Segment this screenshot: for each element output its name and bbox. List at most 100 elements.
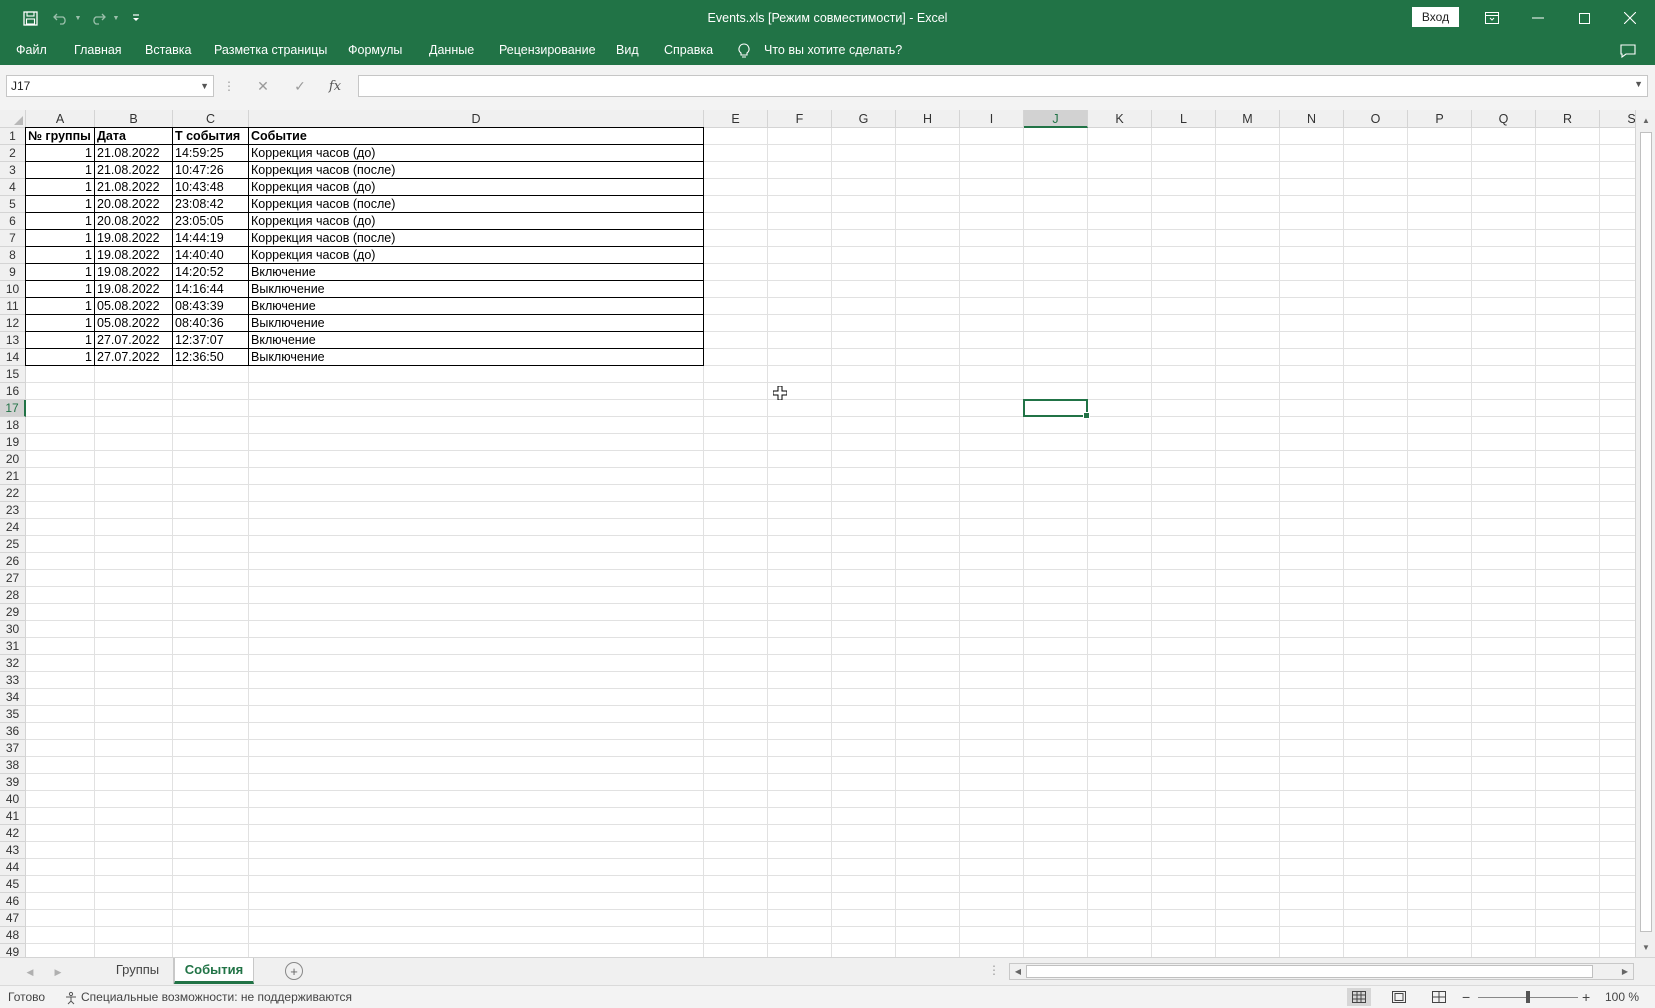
sign-in-button[interactable]: Вход — [1412, 7, 1459, 27]
cell-D1[interactable]: Событие — [249, 127, 704, 145]
row-header-46[interactable]: 46 — [0, 893, 26, 910]
row-header-48[interactable]: 48 — [0, 927, 26, 944]
cell-C6[interactable]: 23:05:05 — [173, 213, 249, 230]
row-header-12[interactable]: 12 — [0, 315, 26, 332]
cell-B4[interactable]: 21.08.2022 — [95, 179, 173, 196]
cell-B9[interactable]: 19.08.2022 — [95, 264, 173, 281]
name-box[interactable]: J17 ▼ — [6, 75, 214, 97]
row-header-6[interactable]: 6 — [0, 213, 26, 230]
row-header-34[interactable]: 34 — [0, 689, 26, 706]
horizontal-scroll-thumb[interactable] — [1026, 965, 1593, 978]
cell-D4[interactable]: Коррекция часов (до) — [249, 179, 704, 196]
cell-A11[interactable]: 1 — [25, 298, 95, 315]
column-header-F[interactable]: F — [768, 110, 832, 128]
comments-icon[interactable] — [1620, 36, 1636, 65]
row-header-5[interactable]: 5 — [0, 196, 26, 213]
cell-A10[interactable]: 1 — [25, 281, 95, 298]
redo-dropdown-icon[interactable]: ▼ — [110, 0, 122, 36]
column-header-R[interactable]: R — [1536, 110, 1600, 128]
row-header-3[interactable]: 3 — [0, 162, 26, 179]
cell-D12[interactable]: Выключение — [249, 315, 704, 332]
cell-B13[interactable]: 27.07.2022 — [95, 332, 173, 349]
row-header-26[interactable]: 26 — [0, 553, 26, 570]
column-header-S[interactable]: S — [1600, 110, 1635, 128]
cell-C5[interactable]: 23:08:42 — [173, 196, 249, 213]
tell-me-search[interactable]: Что вы хотите сделать? — [764, 36, 902, 65]
cell-D7[interactable]: Коррекция часов (после) — [249, 230, 704, 247]
tab-help[interactable]: Справка — [664, 36, 713, 65]
row-header-13[interactable]: 13 — [0, 332, 26, 349]
normal-view-icon[interactable] — [1347, 988, 1371, 1006]
cell-A8[interactable]: 1 — [25, 247, 95, 264]
cell-C14[interactable]: 12:36:50 — [173, 349, 249, 366]
cell-A7[interactable]: 1 — [25, 230, 95, 247]
row-header-21[interactable]: 21 — [0, 468, 26, 485]
row-header-45[interactable]: 45 — [0, 876, 26, 893]
zoom-out-icon[interactable]: − — [1462, 986, 1470, 1008]
more-options-icon[interactable]: ⋮ — [216, 75, 242, 97]
row-header-1[interactable]: 1 — [0, 128, 26, 145]
cell-C3[interactable]: 10:47:26 — [173, 162, 249, 179]
row-header-9[interactable]: 9 — [0, 264, 26, 281]
row-header-32[interactable]: 32 — [0, 655, 26, 672]
column-header-K[interactable]: K — [1088, 110, 1152, 128]
cell-C2[interactable]: 14:59:25 — [173, 145, 249, 162]
close-icon[interactable] — [1607, 0, 1653, 36]
cell-B10[interactable]: 19.08.2022 — [95, 281, 173, 298]
row-header-31[interactable]: 31 — [0, 638, 26, 655]
tab-file[interactable]: Файл — [16, 36, 47, 65]
active-cell-J17[interactable] — [1023, 399, 1090, 419]
undo-dropdown-icon[interactable]: ▼ — [72, 0, 84, 36]
cell-B7[interactable]: 19.08.2022 — [95, 230, 173, 247]
tab-data[interactable]: Данные — [429, 36, 474, 65]
cell-D5[interactable]: Коррекция часов (после) — [249, 196, 704, 213]
column-header-Q[interactable]: Q — [1472, 110, 1536, 128]
tab-home[interactable]: Главная — [74, 36, 122, 65]
cell-C10[interactable]: 14:16:44 — [173, 281, 249, 298]
cancel-icon[interactable]: ✕ — [250, 75, 276, 97]
enter-icon[interactable]: ✓ — [287, 75, 313, 97]
sheet-tab-events[interactable]: События — [174, 958, 254, 984]
vertical-scroll-thumb[interactable] — [1640, 132, 1652, 932]
row-header-20[interactable]: 20 — [0, 451, 26, 468]
sheet-tab-groups[interactable]: Группы — [102, 958, 174, 984]
column-header-C[interactable]: C — [173, 110, 249, 128]
row-header-35[interactable]: 35 — [0, 706, 26, 723]
column-header-B[interactable]: B — [95, 110, 173, 128]
cell-D14[interactable]: Выключение — [249, 349, 704, 366]
cell-D6[interactable]: Коррекция часов (до) — [249, 213, 704, 230]
row-header-40[interactable]: 40 — [0, 791, 26, 808]
row-header-28[interactable]: 28 — [0, 587, 26, 604]
column-header-P[interactable]: P — [1408, 110, 1472, 128]
row-header-15[interactable]: 15 — [0, 366, 26, 383]
tab-view[interactable]: Вид — [616, 36, 639, 65]
row-header-2[interactable]: 2 — [0, 145, 26, 162]
cell-A5[interactable]: 1 — [25, 196, 95, 213]
tab-splitter-icon[interactable]: ⋮ — [988, 963, 1000, 977]
row-header-27[interactable]: 27 — [0, 570, 26, 587]
column-header-A[interactable]: A — [26, 110, 95, 128]
cell-C13[interactable]: 12:37:07 — [173, 332, 249, 349]
prev-sheet-icon[interactable]: ◀ — [20, 962, 40, 982]
cell-B11[interactable]: 05.08.2022 — [95, 298, 173, 315]
cell-A4[interactable]: 1 — [25, 179, 95, 196]
cell-B14[interactable]: 27.07.2022 — [95, 349, 173, 366]
zoom-slider-thumb[interactable] — [1526, 991, 1530, 1003]
tab-page-layout[interactable]: Разметка страницы — [214, 36, 327, 65]
tab-review[interactable]: Рецензирование — [499, 36, 596, 65]
cell-B5[interactable]: 20.08.2022 — [95, 196, 173, 213]
column-header-E[interactable]: E — [704, 110, 768, 128]
row-header-37[interactable]: 37 — [0, 740, 26, 757]
row-header-41[interactable]: 41 — [0, 808, 26, 825]
page-break-view-icon[interactable] — [1427, 988, 1451, 1006]
cell-C8[interactable]: 14:40:40 — [173, 247, 249, 264]
accessibility-status[interactable]: Специальные возможности: не поддерживают… — [81, 986, 352, 1008]
undo-icon[interactable] — [48, 0, 72, 36]
column-header-L[interactable]: L — [1152, 110, 1216, 128]
column-header-N[interactable]: N — [1280, 110, 1344, 128]
cell-C12[interactable]: 08:40:36 — [173, 315, 249, 332]
cell-B3[interactable]: 21.08.2022 — [95, 162, 173, 179]
cell-A14[interactable]: 1 — [25, 349, 95, 366]
row-header-14[interactable]: 14 — [0, 349, 26, 366]
cell-D11[interactable]: Включение — [249, 298, 704, 315]
